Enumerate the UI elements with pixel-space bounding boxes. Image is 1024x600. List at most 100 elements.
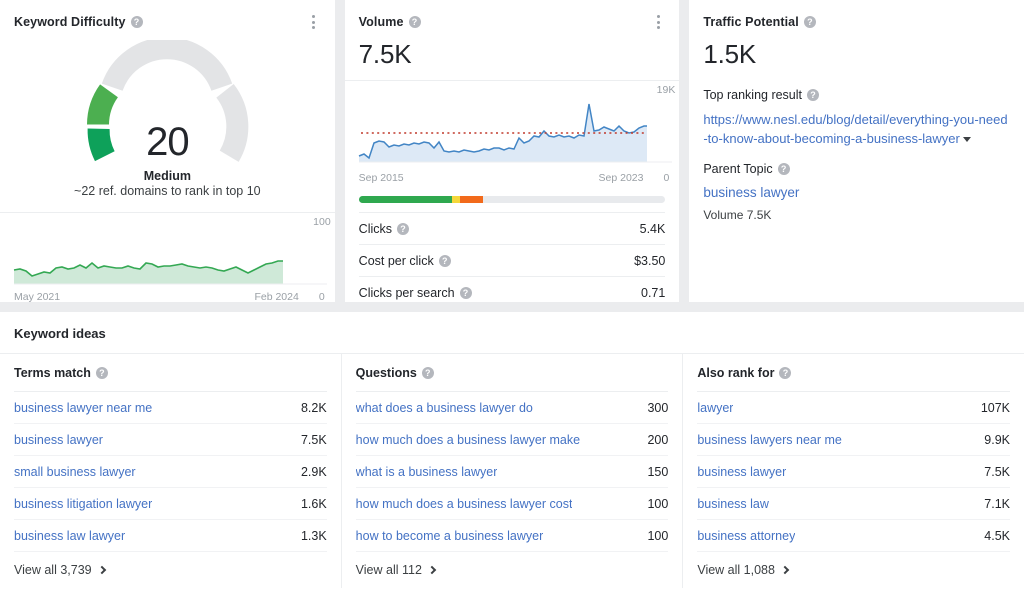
clicks-distribution-bar: [358, 196, 666, 203]
bar-segment-green: [358, 196, 453, 203]
keyword-volume: 200: [647, 432, 669, 447]
keyword-link[interactable]: how much does a business lawyer cost: [356, 497, 573, 511]
difficulty-grade: Medium: [143, 169, 191, 183]
list-item[interactable]: how to become a business lawyer 100: [355, 520, 669, 552]
parent-topic-label: Parent Topic ?: [703, 162, 1010, 176]
volume-axis-max: 19K: [656, 84, 676, 96]
help-circle-icon[interactable]: ?: [95, 366, 108, 379]
volume-axis-end: Sep 2023: [598, 172, 644, 184]
view-all-label: View all 1,088: [697, 563, 775, 577]
keyword-ideas-column-terms-match: Terms match ? business lawyer near me 8.…: [0, 354, 341, 588]
keyword-link[interactable]: business law: [697, 497, 769, 511]
volume-value: 7.5K: [358, 39, 412, 69]
keyword-link[interactable]: business litigation lawyer: [14, 497, 152, 511]
view-all-questions-button[interactable]: View all 112: [356, 552, 669, 588]
kd-axis-end: Feb 2024: [254, 291, 299, 302]
keyword-volume: 1.3K: [300, 528, 327, 543]
keyword-volume: 7.5K: [300, 432, 327, 447]
keyword-volume: 7.1K: [984, 496, 1011, 511]
keyword-link[interactable]: how much does a business lawyer make: [356, 433, 580, 447]
keyword-ideas-title: Keyword ideas: [14, 326, 106, 341]
chevron-right-icon: [780, 565, 790, 575]
metric-row-clicks: Clicks ? 5.4K: [358, 212, 666, 244]
parent-topic-volume: Volume 7.5K: [703, 208, 772, 222]
keyword-ideas-column-also-rank-for: Also rank for ? lawyer 107K business law…: [682, 354, 1024, 588]
keyword-link[interactable]: business attorney: [697, 529, 795, 543]
help-circle-icon[interactable]: ?: [438, 254, 451, 267]
card-header: Traffic Potential ?: [703, 12, 1010, 32]
keyword-volume: 7.5K: [984, 464, 1011, 479]
chevron-right-icon: [427, 565, 437, 575]
keyword-link[interactable]: how to become a business lawyer: [356, 529, 544, 543]
view-all-also-rank-for-button[interactable]: View all 1,088: [697, 552, 1010, 588]
kd-sparkline-block: 100 May 2021 Feb 2024 0: [0, 212, 335, 302]
keyword-link[interactable]: business lawyer: [697, 465, 786, 479]
list-item[interactable]: business lawyers near me 9.9K: [697, 424, 1011, 456]
keyword-link[interactable]: business lawyer: [14, 433, 103, 447]
help-circle-icon[interactable]: ?: [803, 16, 816, 28]
view-all-terms-match-button[interactable]: View all 3,739: [14, 552, 327, 588]
list-item[interactable]: how much does a business lawyer make 200: [355, 424, 669, 456]
keyword-volume: 300: [647, 400, 669, 415]
list-item[interactable]: lawyer 107K: [697, 392, 1011, 424]
list-item[interactable]: business lawyer near me 8.2K: [14, 392, 327, 424]
metric-row-clicks-per-search: Clicks per search ? 0.71: [358, 276, 666, 302]
list-item[interactable]: small business lawyer 2.9K: [14, 456, 327, 488]
column-header: Questions ?: [355, 354, 669, 392]
list-item[interactable]: business lawyer 7.5K: [14, 424, 327, 456]
keyword-volume: 150: [647, 464, 669, 479]
label-text: Parent Topic: [703, 162, 773, 176]
kd-axis-max: 100: [313, 216, 331, 228]
keyword-link[interactable]: what is a business lawyer: [356, 465, 498, 479]
keyword-link[interactable]: lawyer: [697, 401, 733, 415]
keyword-link[interactable]: business lawyer near me: [14, 401, 152, 415]
keyword-link[interactable]: what does a business lawyer do: [356, 401, 533, 415]
keyword-link[interactable]: business law lawyer: [14, 529, 125, 543]
help-circle-icon[interactable]: ?: [459, 286, 472, 299]
label-text: Top ranking result: [703, 88, 803, 102]
list-item[interactable]: what does a business lawyer do 300: [355, 392, 669, 424]
list-item[interactable]: business law 7.1K: [697, 488, 1011, 520]
help-circle-icon[interactable]: ?: [130, 16, 143, 28]
metric-value: 0.71: [641, 285, 666, 300]
column-header: Terms match ?: [14, 354, 327, 392]
column-header-label: Also rank for: [697, 365, 775, 380]
metric-label: Clicks per search: [358, 285, 455, 300]
list-item[interactable]: business lawyer 7.5K: [697, 456, 1011, 488]
help-circle-icon[interactable]: ?: [421, 366, 434, 379]
volume-chart: [358, 103, 672, 163]
kebab-menu-icon[interactable]: [651, 14, 665, 30]
bar-segment-orange: [459, 196, 483, 203]
top-ranking-result-label: Top ranking result ?: [703, 88, 1010, 102]
keyword-volume: 8.2K: [300, 400, 327, 415]
top-ranking-result-link[interactable]: https://www.nesl.edu/blog/detail/everyth…: [703, 110, 1010, 148]
keyword-link[interactable]: small business lawyer: [14, 465, 136, 479]
volume-card: Volume ? 7.5K 19K Sep 2015 Sep 2023 0 Cl…: [344, 0, 680, 302]
keyword-difficulty-card: Keyword Difficulty ? 20 Medium ~22 ref. …: [0, 0, 335, 302]
column-header-label: Terms match: [14, 365, 91, 380]
chevron-down-icon[interactable]: [962, 137, 971, 143]
list-item[interactable]: how much does a business lawyer cost 100: [355, 488, 669, 520]
keyword-volume: 9.9K: [984, 432, 1011, 447]
difficulty-score: 20: [146, 120, 189, 164]
metric-label: Clicks: [358, 221, 393, 236]
page-title: Keyword Difficulty: [14, 15, 126, 29]
help-circle-icon[interactable]: ?: [408, 16, 421, 28]
kebab-menu-icon[interactable]: [307, 14, 321, 30]
help-circle-icon[interactable]: ?: [397, 222, 410, 235]
parent-topic-link[interactable]: business lawyer: [703, 185, 1010, 200]
list-item[interactable]: what is a business lawyer 150: [355, 456, 669, 488]
help-circle-icon[interactable]: ?: [777, 163, 790, 175]
keyword-volume: 2.9K: [300, 464, 327, 479]
keyword-volume: 4.5K: [984, 528, 1011, 543]
list-item[interactable]: business litigation lawyer 1.6K: [14, 488, 327, 520]
metric-value: 5.4K: [639, 221, 666, 236]
list-item[interactable]: business attorney 4.5K: [697, 520, 1011, 552]
keyword-ideas-columns: Terms match ? business lawyer near me 8.…: [0, 353, 1024, 588]
keyword-link[interactable]: business lawyers near me: [697, 433, 842, 447]
keyword-volume: 1.6K: [300, 496, 327, 511]
keyword-ideas-panel: Keyword ideas Terms match ? business law…: [0, 312, 1024, 600]
list-item[interactable]: business law lawyer 1.3K: [14, 520, 327, 552]
help-circle-icon[interactable]: ?: [779, 366, 792, 379]
help-circle-icon[interactable]: ?: [807, 89, 820, 101]
